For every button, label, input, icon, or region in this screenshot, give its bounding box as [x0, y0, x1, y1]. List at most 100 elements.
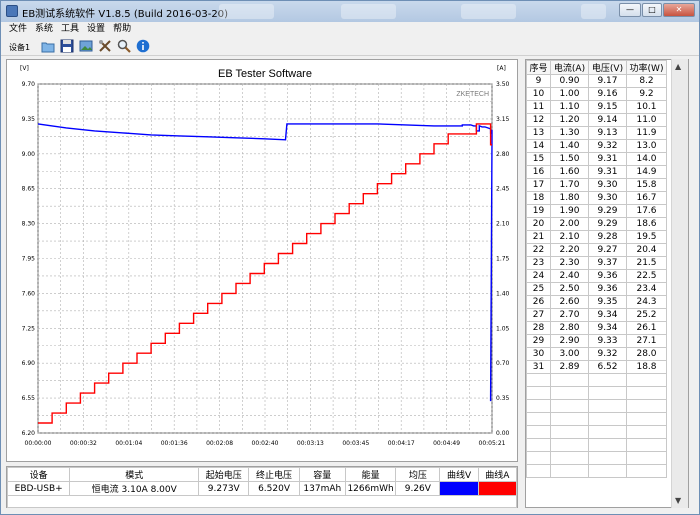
scroll-up-icon[interactable]: ▲	[675, 62, 681, 71]
table-cell: 16	[526, 165, 551, 179]
summary-cell: 1266mWh	[344, 481, 397, 496]
table-row[interactable]: 25 2.50 9.36 23.4	[526, 282, 667, 296]
background-tab	[581, 4, 606, 19]
menu-file[interactable]: 文件	[5, 22, 31, 36]
table-cell	[550, 386, 589, 400]
readings-column-header[interactable]: 电流(A)	[550, 60, 589, 75]
table-cell	[588, 451, 627, 465]
image-icon[interactable]	[79, 39, 93, 53]
readings-scrollbar[interactable]: ▲ ▼	[671, 59, 688, 508]
table-row[interactable]: 15 1.50 9.31 14.0	[526, 152, 667, 166]
table-row[interactable]: 30 3.00 9.32 28.0	[526, 347, 667, 361]
menu-help[interactable]: 帮助	[109, 22, 135, 36]
open-icon[interactable]	[41, 39, 55, 53]
table-cell	[626, 399, 667, 413]
table-cell: 28.0	[626, 347, 667, 361]
table-cell	[526, 412, 551, 426]
save-icon[interactable]	[60, 39, 74, 53]
y-left-tick-label: 7.95	[22, 256, 36, 263]
maximize-button[interactable]: □	[642, 3, 662, 17]
table-cell	[626, 451, 667, 465]
readings-column-header[interactable]: 电压(V)	[588, 60, 627, 75]
table-cell: 9.31	[588, 152, 627, 166]
table-cell: 18.6	[626, 217, 667, 231]
zoom-icon[interactable]	[117, 39, 131, 53]
summary-cell: 恒电流 3.10A 8.00V	[69, 481, 200, 496]
table-cell: 9.32	[588, 139, 627, 153]
table-row[interactable]: 28 2.80 9.34 26.1	[526, 321, 667, 335]
summary-column-header: 终止电压	[248, 467, 300, 482]
table-cell: 28	[526, 321, 551, 335]
table-row[interactable]: 9 0.90 9.17 8.2	[526, 74, 667, 88]
table-cell: 22	[526, 243, 551, 257]
minimize-button[interactable]: —	[619, 3, 641, 17]
table-cell: 20.4	[626, 243, 667, 257]
table-cell: 1.80	[550, 191, 589, 205]
summary-column-header: 能量	[344, 467, 397, 482]
menu-system[interactable]: 系统	[31, 22, 57, 36]
table-row[interactable]: 19 1.90 9.29 17.6	[526, 204, 667, 218]
summary-cell: 6.520V	[248, 481, 300, 496]
empty-row	[526, 386, 667, 400]
chart-panel: EB Tester Software ZKETECH [V] [A] 9.70 9.35 9…	[6, 59, 518, 462]
table-cell: 9.27	[588, 243, 627, 257]
x-tick-label: 00:03:45	[342, 440, 369, 447]
menu-tools[interactable]: 工具	[57, 22, 83, 36]
app-icon	[6, 5, 18, 17]
table-row[interactable]: 22 2.20 9.27 20.4	[526, 243, 667, 257]
summary-empty-row	[7, 495, 517, 508]
table-row[interactable]: 24 2.40 9.36 22.5	[526, 269, 667, 283]
table-row[interactable]: 31 2.89 6.52 18.8	[526, 360, 667, 374]
table-cell	[550, 373, 589, 387]
tools-icon[interactable]	[98, 39, 112, 53]
table-row[interactable]: 18 1.80 9.30 16.7	[526, 191, 667, 205]
table-row[interactable]: 13 1.30 9.13 11.9	[526, 126, 667, 140]
table-cell: 18.8	[626, 360, 667, 374]
window-title: EB测试系统软件 V1.8.5 (Build 2016-03-20)	[22, 9, 229, 20]
readings-column-header[interactable]: 序号	[526, 60, 551, 75]
table-row[interactable]: 12 1.20 9.14 11.0	[526, 113, 667, 127]
table-cell: 2.60	[550, 295, 589, 309]
table-cell: 9.30	[588, 178, 627, 192]
table-row[interactable]: 27 2.70 9.34 25.2	[526, 308, 667, 322]
info-icon[interactable]	[136, 39, 150, 53]
table-cell: 9.34	[588, 308, 627, 322]
table-row[interactable]: 26 2.60 9.35 24.3	[526, 295, 667, 309]
table-row[interactable]: 17 1.70 9.30 15.8	[526, 178, 667, 192]
curve-a-color-swatch[interactable]	[477, 481, 518, 496]
y-left-tick-label: 7.25	[22, 325, 36, 332]
y-right-tick-label: 2.10	[496, 221, 510, 228]
table-row[interactable]: 10 1.00 9.16 9.2	[526, 87, 667, 101]
y-left-tick-label: 7.60	[22, 290, 36, 297]
x-tick-label: 00:04:17	[388, 440, 415, 447]
table-row[interactable]: 20 2.00 9.29 18.6	[526, 217, 667, 231]
table-cell: 1.70	[550, 178, 589, 192]
table-cell: 2.30	[550, 256, 589, 270]
table-cell: 22.5	[626, 269, 667, 283]
x-tick-label: 00:00:00	[25, 440, 52, 447]
empty-row	[526, 451, 667, 465]
table-row[interactable]: 21 2.10 9.28 19.5	[526, 230, 667, 244]
table-row[interactable]: 11 1.10 9.15 10.1	[526, 100, 667, 114]
scroll-down-icon[interactable]: ▼	[675, 496, 681, 505]
table-cell	[626, 464, 667, 478]
table-row[interactable]: 29 2.90 9.33 27.1	[526, 334, 667, 348]
title-bar: EB测试系统软件 V1.8.5 (Build 2016-03-20) — □ ✕	[1, 1, 699, 22]
table-cell: 20	[526, 217, 551, 231]
table-row[interactable]: 16 1.60 9.31 14.9	[526, 165, 667, 179]
table-cell: 9.32	[588, 347, 627, 361]
table-row[interactable]: 23 2.30 9.37 21.5	[526, 256, 667, 270]
menu-settings[interactable]: 设置	[83, 22, 109, 36]
curve-v-color-swatch[interactable]	[439, 481, 479, 496]
table-cell: 12	[526, 113, 551, 127]
readings-header: 序号 电流(A) 电压(V) 功率(W)	[526, 60, 667, 75]
table-cell: 9.14	[588, 113, 627, 127]
readings-column-header[interactable]: 功率(W)	[626, 60, 667, 75]
table-row[interactable]: 14 1.40 9.32 13.0	[526, 139, 667, 153]
close-button[interactable]: ✕	[663, 3, 695, 17]
y-left-tick-label: 9.70	[22, 81, 36, 88]
summary-table: 设备 模式 起始电压 终止电压 容量 能量 均压 曲线V 曲线A EBD-USB+ 恒电流 3.1…	[6, 467, 518, 508]
device-label[interactable]: 设备1	[9, 42, 30, 53]
x-tick-label: 00:05:21	[479, 440, 506, 447]
table-cell: 9.36	[588, 269, 627, 283]
